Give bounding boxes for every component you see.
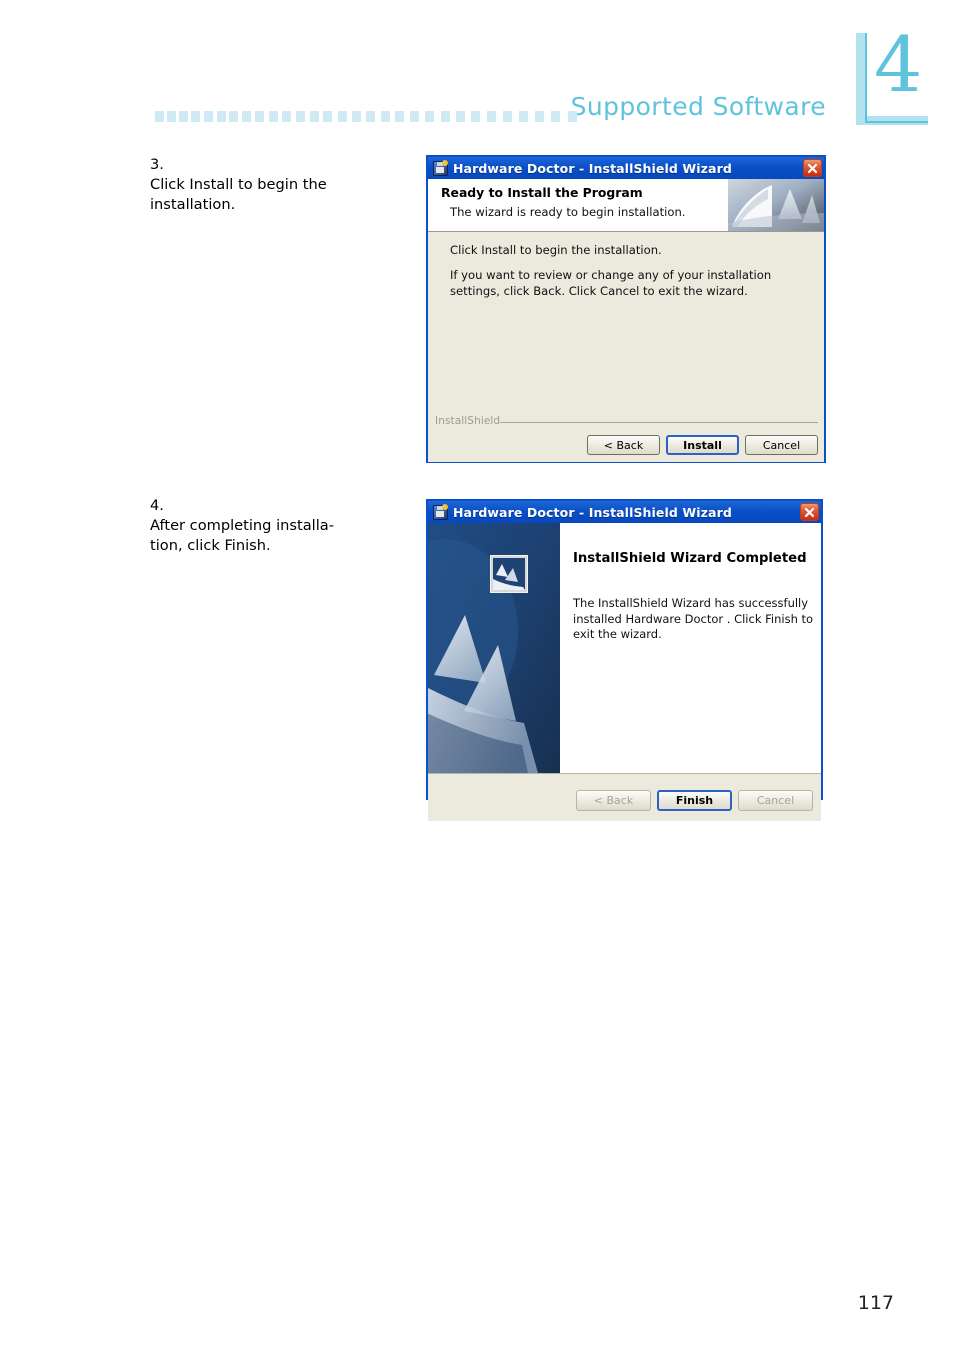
header-dotted-rule — [155, 111, 585, 123]
cancel-button[interactable]: Cancel — [745, 435, 818, 455]
ready-dialog-body: Click Install to begin the installation.… — [428, 232, 824, 414]
ready-dialog-body-line-2: If you want to review or change any of y… — [450, 268, 772, 298]
header-rule-dot — [503, 111, 512, 122]
header-rule-dot — [380, 111, 390, 122]
close-icon[interactable] — [803, 159, 822, 177]
header-rule-dot — [229, 111, 239, 122]
header-rule-dot — [242, 111, 252, 122]
ready-dialog-banner-heading: Ready to Install the Program — [441, 185, 643, 200]
page-number: 117 — [857, 1292, 894, 1314]
installshield-brand-label: InstallShield — [435, 415, 501, 427]
header-rule-dot — [551, 111, 561, 122]
ready-dialog-banner: Ready to Install the Program The wizard … — [428, 179, 824, 232]
installer-disk-icon — [432, 504, 448, 520]
back-button[interactable]: < Back — [576, 790, 651, 811]
chapter-marker-vertical-rule — [865, 33, 867, 123]
header-rule-dot — [366, 111, 376, 122]
close-icon[interactable] — [800, 503, 819, 521]
footer-divider — [500, 422, 818, 423]
instruction-step-4-text: After completing installa- tion, click F… — [150, 516, 422, 556]
completed-paragraph: The InstallShield Wizard has successfull… — [573, 596, 814, 642]
ready-to-install-dialog: Hardware Doctor - InstallShield Wizard R… — [426, 155, 826, 463]
chapter-marker-vertical-bar — [856, 33, 865, 125]
header-rule-dot — [155, 111, 164, 122]
ready-dialog-title: Hardware Doctor - InstallShield Wizard — [453, 160, 732, 176]
wizard-completed-dialog: Hardware Doctor - InstallShield Wizard I… — [426, 499, 823, 821]
header-rule-dot — [471, 111, 481, 122]
completed-dialog-title: Hardware Doctor - InstallShield Wizard — [453, 504, 732, 520]
header-rule-dot — [323, 111, 333, 122]
header-rule-dot — [395, 111, 405, 122]
header-rule-dot — [425, 111, 435, 122]
completed-heading: InstallShield Wizard Completed — [573, 551, 807, 566]
header-rule-dot — [535, 111, 545, 122]
instruction-step-4: 4. After completing installa- tion, clic… — [150, 496, 422, 556]
completed-dialog-text-panel: InstallShield Wizard Completed The Insta… — [560, 523, 821, 773]
completed-dialog-titlebar: Hardware Doctor - InstallShield Wizard — [428, 501, 821, 523]
ready-dialog-body-line-1: Click Install to begin the installation. — [450, 243, 662, 257]
instruction-step-3: 3. Click Install to begin the installati… — [150, 155, 422, 215]
header-rule-dot — [216, 111, 226, 122]
header-rule-dot — [179, 111, 189, 122]
header-rule-dot — [309, 111, 319, 122]
header-rule-dot — [191, 111, 201, 122]
instruction-step-4-line-1: After completing installa- — [150, 517, 334, 535]
header-rule-dot — [410, 111, 420, 122]
back-button[interactable]: < Back — [587, 435, 660, 455]
header-rule-dot — [337, 111, 347, 122]
finish-button[interactable]: Finish — [657, 790, 732, 811]
ready-dialog-footer: InstallShield < Back Install Cancel — [428, 414, 824, 462]
instruction-step-3-line-2: installation. — [150, 196, 236, 214]
installshield-sidebar-art-icon — [428, 523, 560, 773]
instruction-step-3-line-1: Click Install to begin the — [150, 176, 327, 194]
instruction-step-3-number: 3. — [150, 156, 164, 173]
cancel-button[interactable]: Cancel — [738, 790, 813, 811]
instruction-step-4-line-2: tion, click Finish. — [150, 537, 271, 555]
completed-dialog-content: InstallShield Wizard Completed The Insta… — [428, 523, 821, 773]
chapter-number: 4 — [874, 20, 923, 109]
header-rule-dot — [255, 111, 265, 122]
install-button[interactable]: Install — [666, 435, 739, 455]
header-rule-dot — [295, 111, 305, 122]
ready-dialog-banner-subheading: The wizard is ready to begin installatio… — [450, 205, 686, 219]
header-rule-dot — [203, 111, 213, 122]
instruction-step-4-number: 4. — [150, 497, 164, 514]
header-rule-dot — [167, 111, 176, 122]
completed-dialog-button-row: < Back Finish Cancel — [576, 790, 813, 811]
header-rule-dot — [351, 111, 361, 122]
completed-dialog-footer: < Back Finish Cancel — [428, 773, 821, 821]
header-rule-dot — [440, 111, 450, 122]
installshield-banner-art-icon — [728, 179, 824, 231]
header-rule-dot — [567, 111, 577, 122]
ready-dialog-button-row: < Back Install Cancel — [587, 435, 818, 455]
header-rule-dot — [487, 111, 497, 122]
header-rule-dot — [268, 111, 278, 122]
header-rule-dot — [455, 111, 465, 122]
chapter-marker-horizontal-rule — [865, 121, 928, 123]
chapter-marker: 4 — [856, 27, 928, 125]
header-rule-dot — [282, 111, 292, 122]
installshield-product-icon — [490, 555, 528, 593]
page-title: Supported Software — [570, 92, 826, 121]
installer-disk-icon — [432, 160, 448, 176]
ready-dialog-titlebar: Hardware Doctor - InstallShield Wizard — [428, 157, 824, 179]
instruction-step-3-text: Click Install to begin the installation. — [150, 175, 422, 215]
header-rule-dot — [519, 111, 528, 122]
